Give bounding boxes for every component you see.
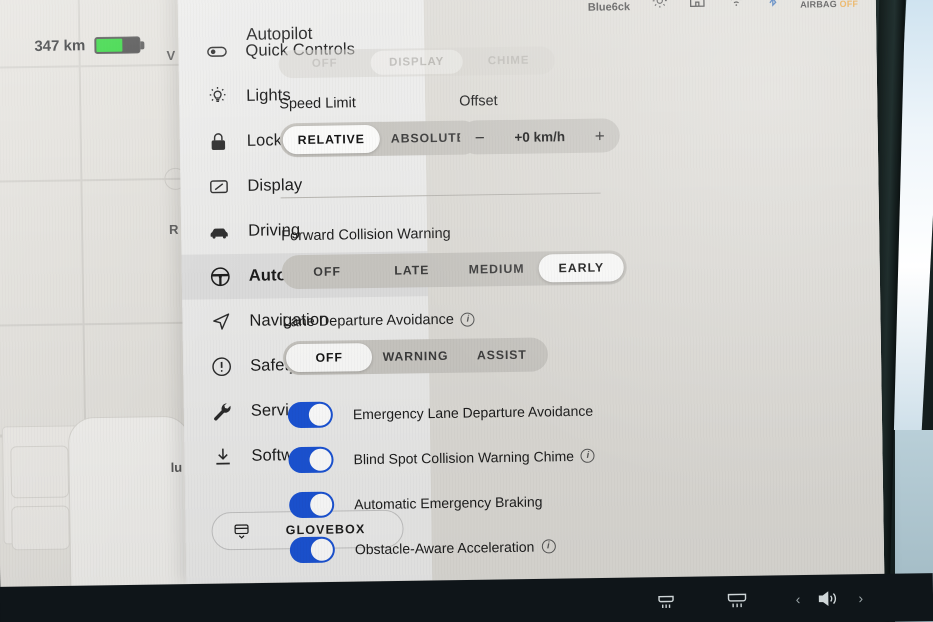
passenger-airbag-status: PASSENGER AIRBAG OFF	[800, 0, 858, 10]
lda-option-off[interactable]: OFF	[285, 342, 373, 373]
toggle-knob	[310, 493, 333, 516]
segment-display[interactable]: DISPLAY	[370, 49, 463, 75]
speed-limit-option-relative[interactable]: RELATIVE	[282, 124, 380, 155]
forward-collision-warning-setting: Forward Collision Warning OFF LATE MEDIU…	[281, 223, 627, 290]
status-city: Витебск Blue6ck	[588, 0, 633, 14]
map-road	[0, 63, 193, 69]
weather-icon	[652, 0, 668, 11]
segment-chime[interactable]: CHIME	[463, 54, 555, 68]
lda-option-assist[interactable]: ASSIST	[458, 340, 545, 369]
map-block	[67, 415, 193, 595]
tesla-touchscreen: V R lu 347 km Витебск Blue6ck	[0, 0, 885, 595]
toggle-label: Automatic Emergency Braking	[354, 492, 543, 512]
volume-prev-button[interactable]: ‹	[796, 591, 801, 607]
sidebar-item-label: Display	[247, 176, 303, 195]
offset-value: +0 km/h	[514, 128, 566, 145]
fcw-option-early[interactable]: EARLY	[538, 253, 624, 283]
lane-departure-avoidance-label: Lane Departure Avoidance	[282, 311, 455, 331]
lane-departure-avoidance-segmented-control[interactable]: OFF WARNING ASSIST	[282, 337, 549, 376]
speed-limit-segmented-control[interactable]: RELATIVE ABSOLUTE	[279, 120, 481, 158]
status-city-line2: Blue6ck	[587, 1, 631, 14]
toggle-knob	[310, 538, 334, 561]
toggle-settings-list: Emergency Lane Departure Avoidance Blind…	[287, 387, 661, 572]
wrench-icon	[210, 400, 234, 424]
offset-decrease-button[interactable]: −	[475, 128, 485, 147]
airbag-line2-wrap: AIRBAG OFF	[800, 0, 858, 10]
offset-increase-button[interactable]: +	[595, 126, 605, 145]
toggle-emergency-lane-departure-avoidance[interactable]	[287, 401, 334, 428]
lock-icon	[206, 130, 230, 154]
volume-icon[interactable]	[816, 588, 842, 608]
setting-row-automatic-emergency-braking: Automatic Emergency Braking	[289, 477, 660, 527]
steering-wheel-icon	[208, 265, 232, 289]
toggle-icon	[204, 40, 228, 64]
toggle-knob	[308, 403, 332, 426]
page-title: Autopilot	[246, 23, 313, 44]
toggle-label-row: Blind Spot Collision Warning Chime i	[353, 447, 596, 467]
toggle-label: Emergency Lane Departure Avoidance	[352, 402, 594, 422]
toggle-knob	[309, 448, 332, 471]
info-icon[interactable]: i	[541, 538, 556, 553]
map-label: lu	[170, 459, 183, 475]
display-icon	[206, 175, 230, 199]
seat-heater-left-icon[interactable]	[654, 590, 678, 612]
lda-option-warning[interactable]: WARNING	[372, 342, 459, 371]
setting-row-blind-spot-collision-warning-chime: Blind Spot Collision Warning Chime i	[288, 432, 659, 482]
toggle-blind-spot-collision-warning-chime[interactable]	[288, 446, 334, 473]
toggle-label-row: Obstacle-Aware Acceleration i	[355, 538, 556, 557]
battery-fill	[96, 38, 123, 53]
map-block	[11, 505, 70, 551]
map-road	[0, 321, 187, 327]
home-icon[interactable]	[688, 0, 707, 12]
offset-setting: Offset − +0 km/h +	[459, 91, 621, 155]
map-label: V	[166, 47, 176, 64]
fcw-option-off[interactable]: OFF	[285, 257, 370, 286]
map-label: R	[168, 221, 179, 237]
car-icon	[207, 220, 231, 244]
close-icon[interactable]: ✕	[189, 0, 215, 6]
info-icon[interactable]: i	[580, 448, 596, 463]
info-icon[interactable]: i	[460, 312, 476, 327]
fcw-option-late[interactable]: LATE	[369, 256, 454, 285]
bluetooth-icon[interactable]	[766, 0, 780, 11]
segment-off[interactable]: OFF	[279, 57, 371, 70]
defrost-rear-icon[interactable]	[724, 589, 750, 611]
chime-mode-segmented-control[interactable]: OFF DISPLAY CHIME	[278, 46, 555, 79]
sidebar-item-display[interactable]: Display	[180, 161, 427, 210]
navigation-arrow-icon	[208, 310, 232, 334]
range-indicator: 347 km	[34, 36, 141, 55]
lane-departure-avoidance-setting: Lane Departure Avoidance i OFF WARNING A…	[282, 310, 549, 376]
setting-row-obstacle-aware-acceleration: Obstacle-Aware Acceleration i	[289, 522, 661, 572]
glovebox-icon	[224, 520, 258, 543]
photo-of-car-touchscreen: V R lu 347 km Витебск Blue6ck	[0, 0, 933, 622]
alert-circle-icon	[209, 355, 233, 379]
offset-stepper[interactable]: − +0 km/h +	[459, 118, 621, 155]
toggle-label: Obstacle-Aware Acceleration	[354, 538, 535, 557]
map-block	[10, 445, 70, 499]
toggle-obstacle-aware-acceleration[interactable]	[289, 536, 336, 563]
battery-icon	[94, 36, 141, 55]
download-icon	[210, 445, 234, 469]
volume-next-button[interactable]: ›	[858, 590, 863, 606]
range-value: 347 km	[34, 37, 86, 55]
volume-control[interactable]: ‹ ›	[796, 588, 864, 609]
airbag-state: OFF	[839, 0, 859, 10]
toggle-automatic-emergency-braking[interactable]	[289, 491, 335, 518]
setting-row-emergency-lane-departure-avoidance: Emergency Lane Departure Avoidance	[287, 387, 659, 437]
airbag-line2: AIRBAG	[800, 0, 837, 10]
offset-label: Offset	[459, 93, 498, 110]
map-road	[0, 177, 185, 183]
fcw-option-medium[interactable]: MEDIUM	[454, 255, 539, 284]
lightbulb-icon	[205, 85, 229, 109]
toggle-label: Blind Spot Collision Warning Chime	[353, 447, 575, 467]
lane-departure-avoidance-label-row: Lane Departure Avoidance i	[282, 310, 547, 330]
forward-collision-warning-segmented-control[interactable]: OFF LATE MEDIUM EARLY	[281, 250, 627, 290]
wifi-icon[interactable]	[727, 0, 746, 10]
